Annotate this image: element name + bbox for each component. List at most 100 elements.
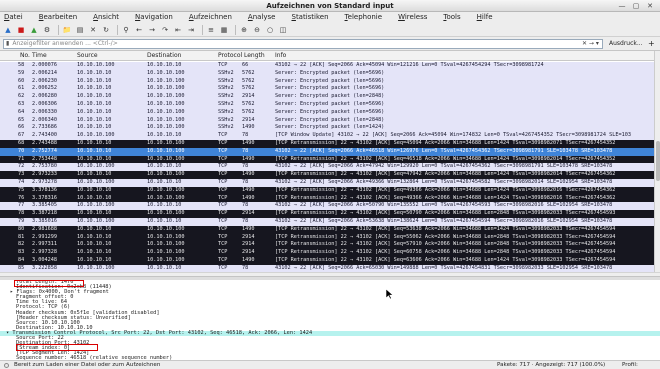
autoscroll-icon[interactable]: ≡ (206, 25, 216, 35)
menu-aufzeichnen[interactable]: Aufzeichnen (189, 12, 240, 23)
packet-row[interactable]: 83 2.997328 10.10.10.10 10.10.10.100 TCP 2914… (0, 249, 654, 257)
maximize-icon[interactable]: ▢ (632, 2, 640, 10)
column-header-time[interactable]: Time (32, 51, 47, 61)
packet-row[interactable]: 58 2.000076 10.10.10.100 10.10.10.10 TCP 66 43… (0, 62, 654, 70)
packet-cell-info: [TCP Retransmission] 22 → 43102 [ACK] Se… (275, 155, 616, 162)
packet-cell-dst: 10.10.10.100 (147, 147, 185, 154)
packet-cell-no: 73 (18, 171, 25, 178)
add-filter-button-icon[interactable]: + (648, 39, 655, 49)
packet-cell-dst: 10.10.10.100 (147, 186, 185, 193)
filter-clear-icon[interactable]: ✕ → ▾ (582, 40, 599, 47)
menu-navigation[interactable]: Navigation (135, 12, 181, 23)
packet-cell-src: 10.10.10.10 (77, 69, 112, 76)
menu-tools[interactable]: Tools (443, 12, 468, 23)
packet-row[interactable]: 80 2.981688 10.10.10.10 10.10.10.100 TCP 1490… (0, 225, 654, 234)
packet-row[interactable]: 75 3.378136 10.10.10.10 10.10.10.100 TCP 1490… (0, 186, 654, 195)
packet-row[interactable]: 72 2.753780 10.10.10.100 10.10.10.10 TCP 78 43… (0, 163, 654, 172)
packet-cell-no: 77 (18, 202, 25, 209)
zoom-reset-icon[interactable]: ○ (265, 25, 275, 35)
expression-button[interactable]: Ausdruck... (609, 39, 643, 49)
menu-telephonie[interactable]: Telephonie (345, 12, 391, 23)
packet-cell-len: 5762 (242, 77, 255, 84)
packet-row[interactable]: 65 2.006340 10.10.10.10 10.10.10.100 SSHv2 29… (0, 116, 654, 125)
reload-icon[interactable]: ↻ (101, 25, 111, 35)
status-profile[interactable]: Profil: Default (622, 361, 660, 369)
packet-row[interactable]: 71 2.753448 10.10.10.10 10.10.10.100 TCP 1490… (0, 155, 654, 164)
resize-columns-icon[interactable]: ◫ (278, 25, 288, 35)
colorize-icon[interactable]: ▦ (219, 25, 229, 35)
packet-row[interactable]: 79 3.385016 10.10.10.100 10.10.10.10 TCP 78 43… (0, 217, 654, 226)
packet-cell-time: 3.385405 (32, 202, 57, 209)
packet-cell-src: 10.10.10.10 (77, 100, 112, 107)
packet-row[interactable]: 66 2.733686 10.10.10.10 10.10.10.100 SSHv2 14… (0, 124, 654, 133)
packet-cell-dst: 10.10.10.100 (147, 116, 185, 123)
display-filter-input[interactable]: ▮ Anzeigefilter anwenden ... <Ctrl-/> (3, 39, 603, 49)
close-icon[interactable]: ✕ (646, 2, 654, 10)
packet-row[interactable]: 60 2.006230 10.10.10.10 10.10.10.100 SSHv2 57… (0, 77, 654, 86)
packet-row[interactable]: 73 2.973233 10.10.10.10 10.10.10.100 TCP 1490… (0, 171, 654, 179)
open-file-icon[interactable]: 📁 (62, 25, 72, 35)
packet-cell-no: 67 (18, 132, 25, 139)
packet-cell-proto: TCP (218, 264, 228, 271)
menu-wireless[interactable]: Wireless (398, 12, 435, 23)
packet-row[interactable]: 76 3.378316 10.10.10.10 10.10.10.100 TCP 1490… (0, 194, 654, 203)
packet-cell-info: [TCP Retransmission] 22 → 43102 [ACK] Se… (275, 139, 616, 146)
menu-hilfe[interactable]: Hilfe (477, 12, 501, 23)
packet-cell-time: 2.973233 (32, 171, 57, 178)
zoom-in-icon[interactable]: ⊕ (239, 25, 249, 35)
packet-row[interactable]: 85 3.222858 10.10.10.100 10.10.10.10 TCP 78 43… (0, 264, 654, 272)
menu-bearbeiten[interactable]: Bearbeiten (39, 12, 85, 23)
capture-options-icon[interactable]: ⚙ (42, 25, 52, 35)
packet-cell-dst: 10.10.10.100 (147, 249, 185, 256)
minimize-icon[interactable]: — (618, 2, 626, 10)
status-message: Bereit zum Laden einer Datei oder zum Au… (14, 362, 161, 368)
last-packet-icon[interactable]: ⇥ (186, 25, 196, 35)
zoom-out-icon[interactable]: ⊖ (252, 25, 262, 35)
packet-row[interactable]: 84 3.004248 10.10.10.10 10.10.10.100 TCP 1490… (0, 256, 654, 265)
column-header-protocol[interactable]: Protocol (218, 51, 242, 61)
start-capture-icon[interactable]: ▲ (3, 25, 13, 35)
go-back-icon[interactable]: ← (134, 25, 144, 35)
menu-statistiken[interactable]: Statistiken (291, 12, 336, 23)
packet-cell-proto: SSHv2 (218, 85, 234, 92)
bookmark-icon[interactable]: ▮ (6, 39, 9, 49)
packet-row[interactable]: 74 2.973278 10.10.10.100 10.10.10.10 TCP 78 43… (0, 178, 654, 187)
packet-row[interactable]: 59 2.006214 10.10.10.10 10.10.10.100 SSHv2 57… (0, 69, 654, 78)
packet-cell-proto: TCP (218, 194, 228, 201)
packet-row[interactable]: 67 2.743400 10.10.10.100 10.10.10.10 TCP 78 [T… (0, 132, 654, 140)
packet-cell-proto: SSHv2 (218, 100, 234, 107)
save-file-icon[interactable]: ▤ (75, 25, 85, 35)
packet-row[interactable]: 61 2.006252 10.10.10.10 10.10.10.100 SSHv2 57… (0, 85, 654, 94)
column-header-destination[interactable]: Destination (147, 51, 181, 61)
first-packet-icon[interactable]: ⇤ (173, 25, 183, 35)
packet-row[interactable]: 78 3.387218 10.10.10.10 10.10.10.100 TCP 2914… (0, 210, 654, 218)
packet-row[interactable]: 82 2.997311 10.10.10.10 10.10.10.100 TCP 2914… (0, 241, 654, 250)
packet-cell-len: 2914 (242, 93, 255, 100)
menu-analyse[interactable]: Analyse (248, 12, 284, 23)
packet-list-scrollbar[interactable] (654, 51, 660, 272)
column-header-length[interactable]: Length (244, 51, 265, 61)
packet-row[interactable]: 62 2.006280 10.10.10.10 10.10.10.100 SSHv2 29… (0, 93, 654, 101)
find-packet-icon[interactable]: ⚲ (121, 25, 131, 35)
packet-row[interactable]: 77 3.385405 10.10.10.100 10.10.10.10 TCP 78 43… (0, 202, 654, 211)
scrollbar-thumb[interactable] (656, 141, 660, 181)
column-header-source[interactable]: Source (77, 51, 98, 61)
status-packet-count: Pakete: 717 · Angezeigt: 717 (100.0%) (497, 362, 606, 368)
packet-row[interactable]: 63 2.006306 10.10.10.10 10.10.10.100 SSHv2 57… (0, 100, 654, 109)
restart-capture-icon[interactable]: ▲ (29, 25, 39, 35)
go-forward-icon[interactable]: → (147, 25, 157, 35)
packet-row[interactable]: 70 2.752774 10.10.10.10 10.10.10.100 TCP 78 43… (0, 147, 654, 156)
menu-datei[interactable]: Datei (4, 12, 31, 23)
packet-cell-proto: TCP (218, 155, 228, 162)
column-header-no[interactable]: No. (20, 51, 30, 61)
close-file-icon[interactable]: ✕ (88, 25, 98, 35)
column-header-info[interactable]: Info (275, 51, 286, 61)
packet-row[interactable]: 81 2.991299 10.10.10.10 10.10.10.100 TCP 2914… (0, 233, 654, 242)
menu-ansicht[interactable]: Ansicht (93, 12, 127, 23)
packet-row[interactable]: 68 2.743488 10.10.10.10 10.10.10.100 TCP 1490… (0, 139, 654, 148)
expert-info-icon[interactable] (4, 363, 9, 368)
packet-row[interactable]: 64 2.006330 10.10.10.10 10.10.10.100 SSHv2 57… (0, 108, 654, 117)
stop-capture-icon[interactable]: ■ (16, 25, 26, 35)
packet-cell-time: 2.973278 (32, 178, 57, 185)
go-to-packet-icon[interactable]: ↷ (160, 25, 170, 35)
